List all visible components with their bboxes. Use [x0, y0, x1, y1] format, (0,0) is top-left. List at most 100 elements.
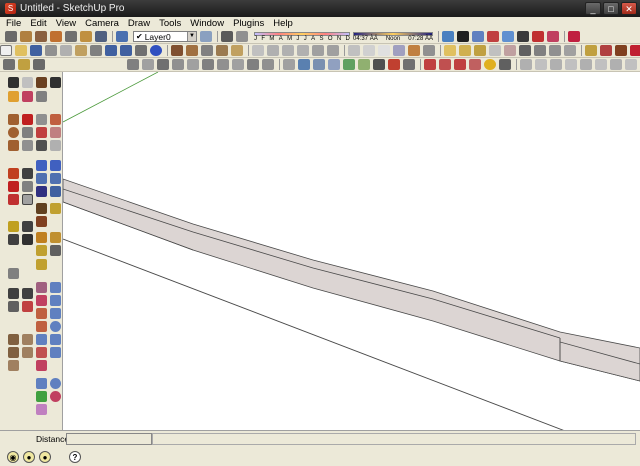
- sketch-icon[interactable]: [2, 59, 15, 70]
- left-view-icon[interactable]: [327, 45, 339, 56]
- iso-view-icon[interactable]: [252, 45, 264, 56]
- fillet-tool-icon[interactable]: [36, 334, 47, 345]
- back-view-icon[interactable]: [312, 45, 324, 56]
- dimension-tool-icon[interactable]: [8, 181, 19, 192]
- round-corner-icon[interactable]: [50, 347, 61, 358]
- push-pull-tool-icon[interactable]: [50, 114, 61, 125]
- cut-icon[interactable]: [45, 45, 57, 56]
- shaded-textures-icon[interactable]: [408, 45, 420, 56]
- share-model-icon[interactable]: [231, 45, 243, 56]
- 3d-text-tool-icon[interactable]: [22, 194, 33, 205]
- walk-person-icon[interactable]: [36, 203, 47, 214]
- fog-icon[interactable]: [262, 59, 274, 70]
- section-display-icon[interactable]: [457, 31, 469, 42]
- face-style-icon[interactable]: [142, 59, 154, 70]
- settings-gear-icon[interactable]: [499, 59, 511, 70]
- wireframe-icon[interactable]: [363, 45, 375, 56]
- section-fill-icon[interactable]: [22, 221, 33, 232]
- back-edges-icon[interactable]: [172, 59, 184, 70]
- stamp-icon[interactable]: [517, 31, 529, 42]
- animation-icon[interactable]: [595, 59, 607, 70]
- scene-prev-icon[interactable]: [580, 59, 592, 70]
- paint-bucket-icon[interactable]: [20, 31, 32, 42]
- select-icon[interactable]: [8, 77, 19, 88]
- hidden-line-icon[interactable]: [378, 45, 390, 56]
- model-info-icon[interactable]: [150, 45, 162, 56]
- solid-trim-icon[interactable]: [328, 59, 340, 70]
- copy-icon[interactable]: [60, 45, 72, 56]
- scene-remove-icon[interactable]: [535, 59, 547, 70]
- person-alt-icon[interactable]: [50, 77, 61, 88]
- push-pull-icon[interactable]: [564, 45, 576, 56]
- look-around-icon[interactable]: [80, 31, 92, 42]
- drape-tool-icon[interactable]: [22, 288, 33, 299]
- freehand-tool-icon[interactable]: [22, 140, 33, 151]
- move-tool-icon[interactable]: [36, 114, 47, 125]
- menu-view[interactable]: View: [56, 18, 76, 29]
- zoom-extents-tool-icon[interactable]: [36, 186, 47, 197]
- shadow-settings-icon[interactable]: [221, 31, 233, 42]
- shadow-date-time-widget[interactable]: J F M A M J J A S O N D 04:37 ÀÄ Noon 07…: [254, 30, 433, 43]
- sandbox-grid-icon[interactable]: [424, 59, 436, 70]
- menu-camera[interactable]: Camera: [85, 18, 119, 29]
- position-camera-tool-icon[interactable]: [36, 216, 47, 227]
- pan-icon[interactable]: [459, 45, 471, 56]
- lathe-tool-icon[interactable]: [50, 391, 61, 402]
- sandbox-from-contours-icon[interactable]: [472, 31, 484, 42]
- arc-tool-icon[interactable]: [22, 127, 33, 138]
- sandbox-contour-tool-icon[interactable]: [22, 234, 33, 245]
- polyline-tool-icon[interactable]: [50, 295, 61, 306]
- shaded-icon[interactable]: [393, 45, 405, 56]
- look-around-tool-icon[interactable]: [50, 203, 61, 214]
- solid-subtract-icon[interactable]: [313, 59, 325, 70]
- zoom-extents-icon[interactable]: [504, 45, 516, 56]
- outer-shell-icon[interactable]: [358, 59, 370, 70]
- rectangle-tool-icon[interactable]: [8, 114, 19, 125]
- orbit-icon[interactable]: [444, 45, 456, 56]
- extrude-tool-icon[interactable]: [36, 404, 47, 415]
- sandbox-from-scratch-icon[interactable]: [487, 31, 499, 42]
- circle-tool-icon[interactable]: [8, 127, 19, 138]
- orient-faces-icon[interactable]: [585, 45, 597, 56]
- credits-status-icon[interactable]: ●: [23, 450, 35, 463]
- previous-view-icon[interactable]: [519, 45, 531, 56]
- polygon-tool-icon[interactable]: [8, 140, 19, 151]
- zoom-tool-icon[interactable]: [36, 173, 47, 184]
- circle-3pt-icon[interactable]: [50, 321, 61, 332]
- menu-edit[interactable]: Edit: [30, 18, 46, 29]
- jitter-icon[interactable]: [247, 59, 259, 70]
- skin-tool-icon[interactable]: [50, 378, 61, 389]
- ruby-console-icon[interactable]: [36, 259, 47, 270]
- menu-window[interactable]: Window: [190, 18, 224, 29]
- right-view-icon[interactable]: [297, 45, 309, 56]
- arc-tool-icon[interactable]: [600, 45, 612, 56]
- menu-plugins[interactable]: Plugins: [233, 18, 264, 29]
- scene-canvas[interactable]: [63, 72, 640, 430]
- smoove-icon[interactable]: [502, 31, 514, 42]
- new-file-icon[interactable]: [0, 45, 12, 56]
- minimize-button[interactable]: _: [585, 2, 601, 15]
- export-icon[interactable]: [610, 59, 622, 70]
- xray-icon[interactable]: [348, 45, 360, 56]
- axes-tool-icon[interactable]: [8, 194, 19, 205]
- save-icon[interactable]: [30, 45, 42, 56]
- flip-edge-tool-icon[interactable]: [22, 301, 33, 312]
- profiles-icon[interactable]: [187, 59, 199, 70]
- zoom-window-icon[interactable]: [489, 45, 501, 56]
- zoom-icon[interactable]: [474, 45, 486, 56]
- house-icon[interactable]: [201, 45, 213, 56]
- extension-warehouse-icon[interactable]: [36, 245, 47, 256]
- geo-location-status-icon[interactable]: ◉: [7, 450, 19, 463]
- measurements-input[interactable]: [66, 433, 152, 445]
- arrow-tool-icon[interactable]: [568, 31, 580, 42]
- text-tool-icon[interactable]: [22, 181, 33, 192]
- solid-intersect-icon[interactable]: [298, 59, 310, 70]
- paste-icon[interactable]: [75, 45, 87, 56]
- walk-icon[interactable]: [65, 31, 77, 42]
- section-plane-tool-icon[interactable]: [8, 221, 19, 232]
- orbit-tool-icon[interactable]: [36, 160, 47, 171]
- open-file-icon[interactable]: [15, 45, 27, 56]
- menu-file[interactable]: File: [6, 18, 21, 29]
- zoom-window-tool-icon[interactable]: [50, 173, 61, 184]
- rotate-tool-icon[interactable]: [36, 127, 47, 138]
